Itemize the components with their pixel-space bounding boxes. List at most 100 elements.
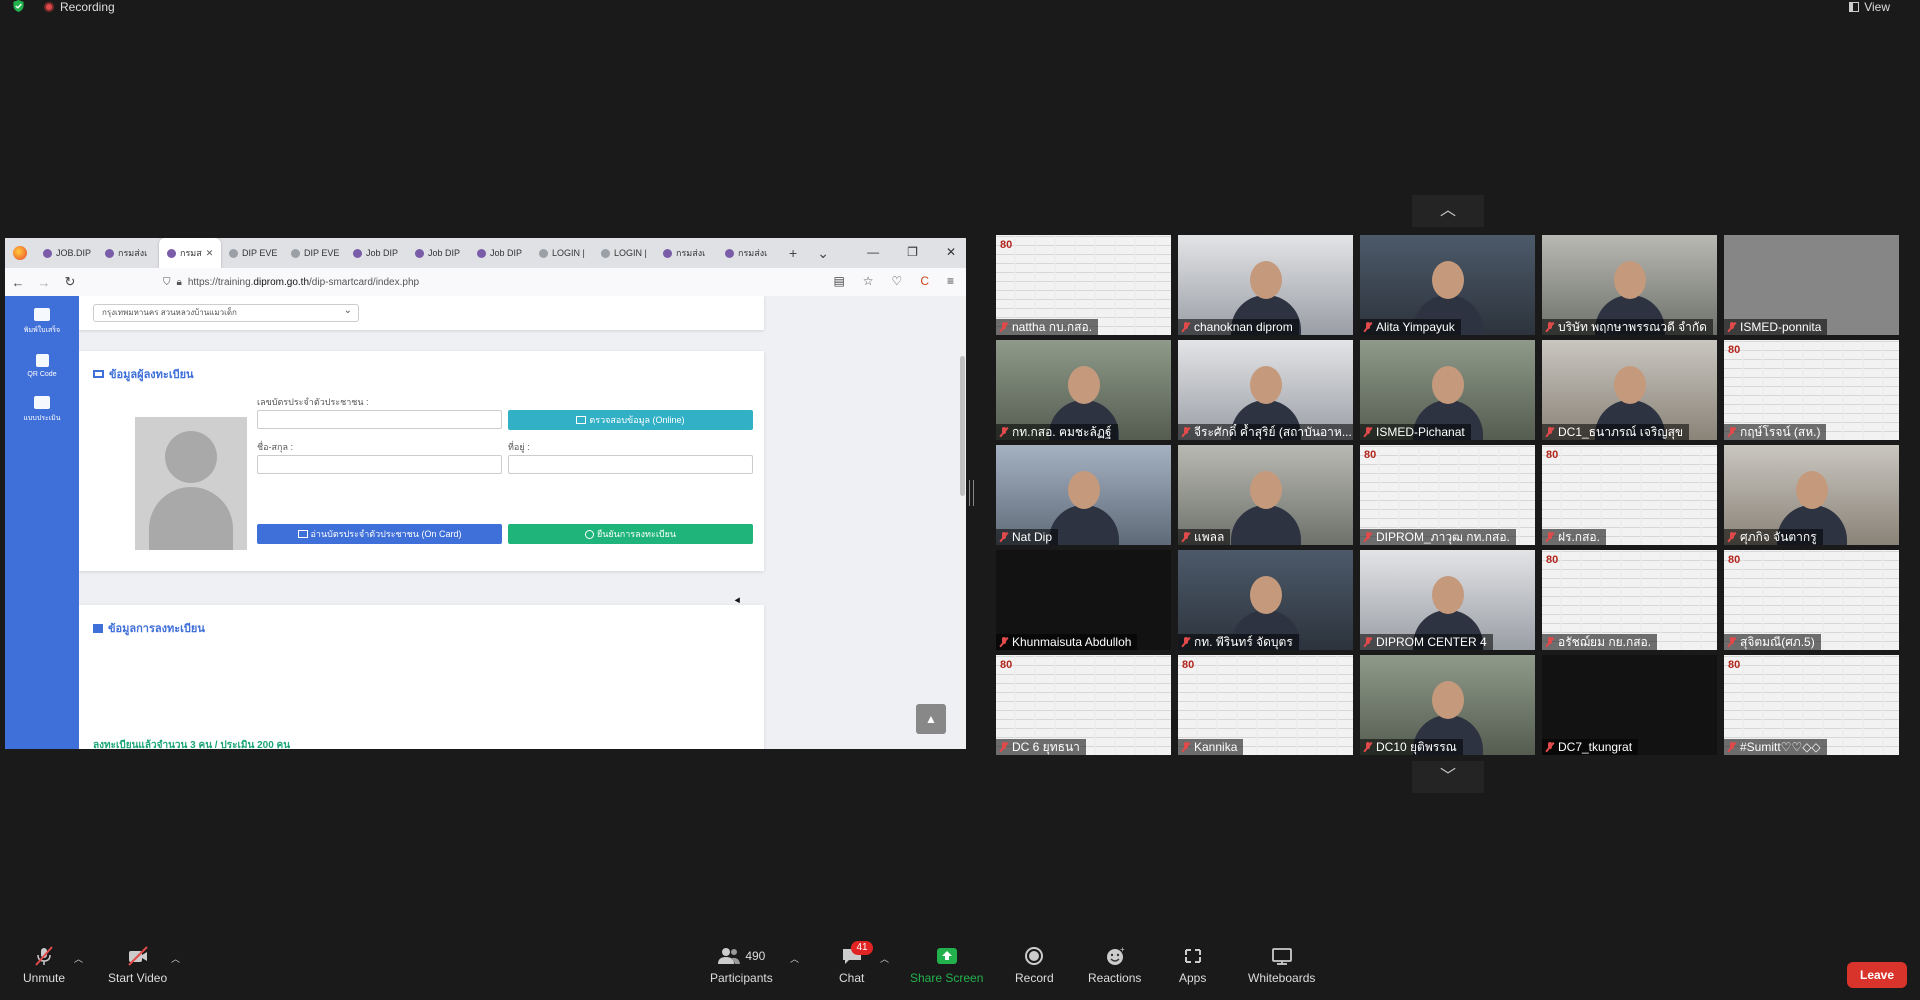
record-button[interactable]: Record bbox=[1015, 946, 1054, 985]
browser-tab[interactable]: JOB.DIP bbox=[35, 238, 97, 268]
participant-tile[interactable]: จีระศักดิ์ ค้ำสุริย์ (สถาบันอาห... bbox=[1178, 340, 1353, 440]
menu-icon[interactable]: ≡ bbox=[947, 274, 954, 288]
participant-tile[interactable]: 80 DIPROM_ภาวุฒ กท.กสอ. bbox=[1360, 445, 1535, 545]
browser-tab[interactable]: DIP EVE bbox=[221, 238, 283, 268]
chat-options-chevron-icon[interactable]: ︿ bbox=[880, 952, 889, 965]
participant-name: จีระศักดิ์ ค้ำสุริย์ (สถาบันอาห... bbox=[1194, 425, 1352, 439]
browser-tab[interactable]: LOGIN | bbox=[531, 238, 593, 268]
back-arrow-icon[interactable]: ← bbox=[5, 275, 31, 290]
form-icon bbox=[34, 396, 50, 409]
gallery-prev-page-button[interactable]: ︿ bbox=[1412, 195, 1484, 227]
participant-tile[interactable]: กท. พีรินทร์ จัดบุตร bbox=[1178, 550, 1353, 650]
video-options-chevron-icon[interactable]: ︿ bbox=[171, 952, 180, 965]
reactions-button[interactable]: + Reactions bbox=[1088, 946, 1141, 985]
participant-tile[interactable]: DC7_tkungrat bbox=[1542, 655, 1717, 755]
participant-tile[interactable]: ISMED-Pichanat bbox=[1360, 340, 1535, 440]
browser-tab[interactable]: กรมส่งเ bbox=[717, 238, 779, 268]
participant-tile[interactable]: 80 #Sumitt♡♡◇◇ bbox=[1724, 655, 1899, 755]
reader-view-icon[interactable]: ▤ bbox=[833, 274, 844, 288]
split-divider-handle[interactable] bbox=[969, 480, 974, 506]
participant-tile[interactable]: 80 ฝร.กสอ. bbox=[1542, 445, 1717, 545]
avatar-placeholder bbox=[135, 417, 247, 550]
browser-tab[interactable]: LOGIN | bbox=[593, 238, 655, 268]
browser-tab[interactable]: กรมส่งเ bbox=[97, 238, 159, 268]
id-number-input[interactable] bbox=[257, 410, 502, 429]
participant-tile[interactable]: DIPROM CENTER 4 bbox=[1360, 550, 1535, 650]
participant-name: nattha กบ.กสอ. bbox=[1012, 320, 1093, 334]
extension-icon[interactable]: C bbox=[920, 274, 929, 288]
browser-tab[interactable]: Job DIP bbox=[469, 238, 531, 268]
share-screen-button[interactable]: Share Screen bbox=[910, 946, 983, 985]
participant-tile[interactable]: 80 สุจิตมณี(ศภ.5) bbox=[1724, 550, 1899, 650]
participant-tile[interactable]: กท.กสอ. ฅมชะล้ฏฐ์ bbox=[996, 340, 1171, 440]
location-select[interactable]: กรุงเทพมหานคร สวนหลวงบ้านแมวเด็ก bbox=[93, 303, 359, 322]
restore-icon[interactable]: ❐ bbox=[907, 245, 918, 259]
flag-icon bbox=[93, 623, 103, 633]
browser-tab[interactable]: กรมส ✕ bbox=[159, 238, 221, 268]
browser-tab[interactable]: Job DIP bbox=[407, 238, 469, 268]
close-window-icon[interactable]: ✕ bbox=[946, 245, 956, 259]
check-online-button[interactable]: ตรวจสอบข้อมูล (Online) bbox=[508, 410, 753, 430]
participant-tile[interactable]: แพลล bbox=[1178, 445, 1353, 545]
security-shield-icon[interactable] bbox=[12, 0, 25, 12]
participants-count: 490 bbox=[745, 949, 766, 963]
sidebar-item-print[interactable]: พิมพ์ใบเสร็จ bbox=[5, 308, 79, 336]
apps-button[interactable]: Apps bbox=[1179, 946, 1206, 985]
participant-tile[interactable]: 80 กฤษ์โรจน์ (สห.) bbox=[1724, 340, 1899, 440]
forward-arrow-icon[interactable]: → bbox=[31, 275, 57, 290]
browser-tab[interactable]: Job DIP bbox=[345, 238, 407, 268]
new-tab-icon[interactable]: + bbox=[779, 245, 807, 261]
confirm-registration-button[interactable]: ยืนยันการลงทะเบียน bbox=[508, 524, 753, 544]
scroll-to-top-button[interactable]: ▲ bbox=[916, 704, 946, 734]
sidebar-item-qr-code[interactable]: QR Code bbox=[5, 354, 79, 378]
participant-tile[interactable]: Khunmaisuta Abdulloh bbox=[996, 550, 1171, 650]
participant-tile[interactable]: ISMED-ponnita bbox=[1724, 235, 1899, 335]
browser-tab[interactable]: DIP EVE bbox=[283, 238, 345, 268]
browser-tab[interactable]: กรมส่งเ bbox=[655, 238, 717, 268]
participant-tile[interactable]: ศุภกิจ จันตากรู bbox=[1724, 445, 1899, 545]
bookmark-star-icon[interactable]: ☆ bbox=[863, 274, 874, 288]
participant-tile[interactable]: DC10 ยุติพรรณ bbox=[1360, 655, 1535, 755]
mic-muted-icon bbox=[1364, 532, 1372, 542]
participant-tile[interactable]: Nat Dip bbox=[996, 445, 1171, 545]
tracking-shield-icon[interactable]: ⛉ bbox=[163, 277, 171, 288]
participant-tile[interactable]: 80 Kannika bbox=[1178, 655, 1353, 755]
pocket-icon[interactable]: ♡ bbox=[892, 274, 903, 288]
read-card-button[interactable]: อ่านบัตรประจำตัวประชาชน (On Card) bbox=[257, 524, 502, 544]
minimize-icon[interactable]: — bbox=[867, 245, 879, 259]
tab-favicon-icon bbox=[415, 248, 424, 258]
close-tab-icon[interactable]: ✕ bbox=[206, 248, 214, 259]
whiteboards-button[interactable]: Whiteboards bbox=[1248, 946, 1315, 985]
tab-list-chevron-icon[interactable]: ⌄ bbox=[807, 245, 839, 262]
participant-name-tag: chanoknan diprom bbox=[1178, 319, 1299, 335]
mic-muted-icon bbox=[1182, 637, 1190, 647]
participants-button[interactable]: 490 Participants bbox=[710, 946, 773, 985]
participant-tile[interactable]: 80 nattha กบ.กสอ. bbox=[996, 235, 1171, 335]
recording-indicator[interactable]: Recording bbox=[44, 0, 115, 14]
participant-tile[interactable]: Alita Yimpayuk bbox=[1360, 235, 1535, 335]
full-name-input[interactable] bbox=[257, 455, 502, 474]
address-input[interactable] bbox=[508, 455, 753, 474]
participant-tile[interactable]: 80 อรัชฌ์ยม กย.กสอ. bbox=[1542, 550, 1717, 650]
participant-tile[interactable]: 80 DC 6 ยุทธนา bbox=[996, 655, 1171, 755]
view-button[interactable]: View bbox=[1849, 0, 1890, 14]
leave-meeting-button[interactable]: Leave bbox=[1847, 962, 1907, 988]
participant-name: ISMED-ponnita bbox=[1740, 320, 1822, 334]
url-bar[interactable]: ⛉ 🔒︎ https://training.diprom.go.th/dip-s… bbox=[163, 272, 803, 292]
chat-button[interactable]: 41 Chat bbox=[839, 941, 873, 985]
page-scrollbar[interactable] bbox=[959, 296, 966, 749]
start-video-button[interactable]: Start Video bbox=[108, 946, 167, 985]
participant-name: ฝร.กสอ. bbox=[1558, 530, 1600, 544]
participant-tile[interactable]: chanoknan diprom bbox=[1178, 235, 1353, 335]
gallery-next-page-button[interactable]: ﹀ bbox=[1412, 761, 1484, 793]
participant-name-tag: DC7_tkungrat bbox=[1542, 739, 1639, 755]
audio-options-chevron-icon[interactable]: ︿ bbox=[74, 952, 83, 965]
reload-icon[interactable]: ↻ bbox=[57, 274, 83, 290]
unmute-button[interactable]: Unmute bbox=[23, 946, 65, 985]
participant-name-tag: กท.กสอ. ฅมชะล้ฏฐ์ bbox=[996, 424, 1118, 440]
participant-tile[interactable]: บริษัท พฤกษาพรรณวดี จำกัด bbox=[1542, 235, 1717, 335]
participant-tile[interactable]: DC1_ธนาภรณ์ เจริญสุข bbox=[1542, 340, 1717, 440]
sidebar-item-evaluation[interactable]: แบบประเมิน bbox=[5, 396, 79, 424]
participants-options-chevron-icon[interactable]: ︿ bbox=[790, 952, 799, 965]
mic-muted-icon bbox=[1728, 322, 1736, 332]
